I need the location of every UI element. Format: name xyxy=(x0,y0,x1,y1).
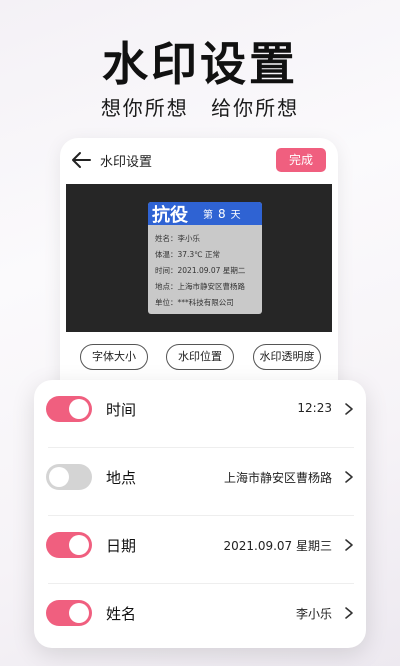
done-button[interactable]: 完成 xyxy=(276,148,326,172)
watermark-row-company: 单位：***科技有限公司 xyxy=(155,298,234,307)
location-toggle[interactable] xyxy=(46,464,92,490)
watermark-info: 姓名：李小乐 体温：37.3℃ 正常 时间：2021.09.07 星期二 地点：… xyxy=(155,231,245,311)
chevron-right-icon[interactable] xyxy=(344,538,354,552)
toggle-knob xyxy=(69,603,89,623)
hero-subtitle: 想你所想 给你所想 xyxy=(100,96,300,120)
setting-row-name[interactable]: 姓名 李小乐 xyxy=(34,584,366,648)
font-size-chip[interactable]: 字体大小 xyxy=(80,344,148,370)
watermark-day-counter: 第8天 xyxy=(203,206,242,221)
watermark-position-chip[interactable]: 水印位置 xyxy=(166,344,234,370)
setting-value: 2021.09.07 星期三 xyxy=(223,539,332,553)
setting-value: 12:23 xyxy=(297,401,332,415)
watermark-header: 抗役 第8天 xyxy=(148,202,262,226)
time-toggle[interactable] xyxy=(46,396,92,422)
watermark-row-time: 时间：2021.09.07 星期二 xyxy=(155,266,246,275)
watermark-row-name: 姓名：李小乐 xyxy=(155,234,200,243)
nav-bar: 水印设置 完成 xyxy=(60,138,338,182)
watermark-preview: 抗役 第8天 姓名：李小乐 体温：37.3℃ 正常 时间：2021.09.07 … xyxy=(66,184,332,332)
watermark-opacity-chip[interactable]: 水印透明度 xyxy=(253,344,321,370)
setting-value: 上海市静安区曹杨路 xyxy=(223,471,332,485)
day-prefix: 第 xyxy=(203,210,214,221)
setting-label: 日期 xyxy=(106,537,137,555)
day-suffix: 天 xyxy=(230,210,242,221)
watermark-brand: 抗役 xyxy=(152,205,188,226)
hero-title: 水印设置 xyxy=(102,37,298,91)
nav-title: 水印设置 xyxy=(100,155,153,170)
chevron-right-icon[interactable] xyxy=(344,470,354,484)
name-toggle[interactable] xyxy=(46,600,92,626)
chevron-right-icon[interactable] xyxy=(344,402,354,416)
toggle-knob xyxy=(69,535,89,555)
day-number: 8 xyxy=(218,207,227,221)
settings-panel: 时间 12:23 地点 上海市静安区曹杨路 日期 2021.09.07 星期三 … xyxy=(34,380,366,648)
setting-row-time[interactable]: 时间 12:23 xyxy=(34,380,366,448)
setting-label: 地点 xyxy=(106,469,137,487)
setting-row-date[interactable]: 日期 2021.09.07 星期三 xyxy=(34,516,366,584)
toggle-knob xyxy=(49,467,69,487)
watermark-row-location: 地点：上海市静安区曹杨路 xyxy=(155,282,245,291)
back-arrow-icon[interactable] xyxy=(70,150,92,170)
watermark-card: 抗役 第8天 姓名：李小乐 体温：37.3℃ 正常 时间：2021.09.07 … xyxy=(148,202,262,314)
toggle-knob xyxy=(69,399,89,419)
setting-value: 李小乐 xyxy=(295,607,332,621)
setting-label: 姓名 xyxy=(106,605,137,623)
setting-label: 时间 xyxy=(106,401,137,419)
date-toggle[interactable] xyxy=(46,532,92,558)
watermark-row-temperature: 体温：37.3℃ 正常 xyxy=(155,250,221,259)
chevron-right-icon[interactable] xyxy=(344,606,354,620)
option-chips: 字体大小 水印位置 水印透明度 xyxy=(60,344,338,374)
setting-row-location[interactable]: 地点 上海市静安区曹杨路 xyxy=(34,448,366,516)
